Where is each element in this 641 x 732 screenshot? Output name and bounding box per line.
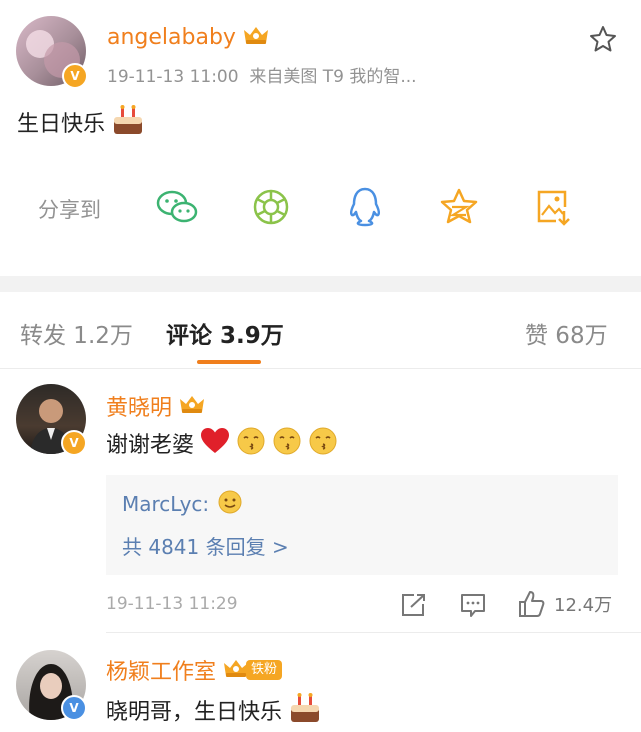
share-qzone-button[interactable]: [436, 184, 482, 230]
comment-text: 晓明哥，生日快乐: [106, 700, 283, 725]
kiss-emoji: [308, 426, 338, 460]
tabs-divider: [0, 368, 641, 369]
kiss-emoji: [272, 426, 302, 460]
share-label: 分享到: [38, 198, 101, 222]
qzone-icon: [440, 188, 478, 224]
tab-comments[interactable]: 评论 3.9万: [166, 316, 284, 350]
comment-action-button[interactable]: [459, 592, 487, 622]
crown-icon: [242, 24, 270, 50]
crown-icon: [178, 393, 206, 419]
like-button[interactable]: 12.4万: [516, 589, 612, 619]
star-icon: [590, 26, 616, 52]
like-icon: [519, 591, 545, 617]
comment-divider: [106, 632, 641, 633]
comment-text: 谢谢老婆: [106, 433, 195, 458]
view-replies-link[interactable]: 共 4841 条回复 >: [122, 531, 289, 560]
moments-icon: [253, 189, 289, 225]
save-image-icon: [537, 190, 570, 226]
favorite-star-button[interactable]: [588, 24, 618, 58]
verified-badge-icon: V: [61, 430, 87, 456]
post-text: 生日快乐: [17, 112, 106, 137]
fan-badge: 铁粉: [246, 660, 283, 680]
cake-emoji: [288, 692, 322, 728]
section-separator: [0, 276, 641, 292]
heart-emoji: [200, 427, 230, 459]
comment-action-icon: [461, 594, 485, 617]
share-moments-button[interactable]: [248, 184, 294, 230]
share-action-icon: [402, 594, 425, 616]
wechat-icon: [156, 190, 198, 223]
qq-icon: [349, 187, 381, 227]
post-meta: 19-11-13 11:00 来自美图 T9 我的智...: [107, 67, 417, 87]
tab-active-indicator: [197, 360, 261, 364]
comment-author-name[interactable]: 杨颖工作室: [106, 654, 216, 686]
share-qq-button[interactable]: [342, 184, 388, 230]
verified-badge-icon: V: [61, 695, 87, 721]
reply-box[interactable]: MarcLyc: 共 4841 条回复 >: [106, 475, 618, 575]
like-count: 12.4万: [554, 595, 613, 616]
share-wechat-button[interactable]: [154, 184, 200, 230]
comment-time: 19-11-13 11:29: [106, 594, 238, 614]
kiss-emoji: [236, 426, 266, 460]
save-image-button[interactable]: [530, 184, 576, 230]
tab-likes[interactable]: 赞 68万: [525, 316, 608, 350]
reply-author[interactable]: MarcLyc:: [122, 492, 209, 516]
tab-repost[interactable]: 转发 1.2万: [20, 316, 133, 350]
comment-author-name[interactable]: 黄晓明: [106, 390, 172, 422]
cake-emoji: [111, 104, 145, 140]
share-action-button[interactable]: [400, 592, 428, 622]
smile-emoji: [217, 489, 243, 519]
verified-badge-icon: V: [62, 63, 88, 89]
post-author-name[interactable]: angelababy: [107, 25, 236, 50]
